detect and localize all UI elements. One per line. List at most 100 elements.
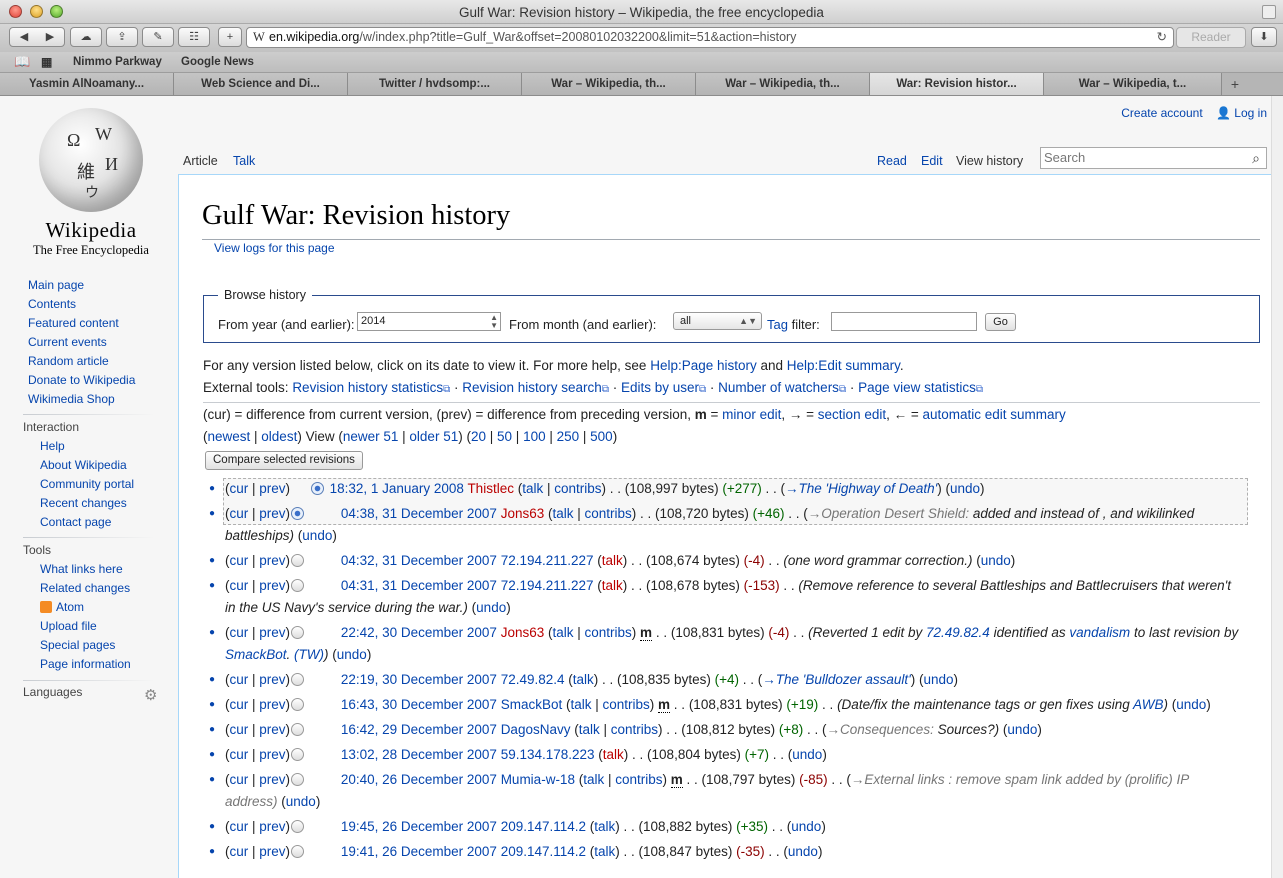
- sidebar-item-main-page[interactable]: Main page: [0, 276, 178, 295]
- sidebar-item-community-portal[interactable]: Community portal: [40, 475, 134, 494]
- prev-link[interactable]: prev: [259, 697, 285, 712]
- new-tab-icon[interactable]: +: [218, 27, 242, 47]
- undo-link[interactable]: undo: [476, 600, 506, 615]
- wikipedia-logo[interactable]: ΩW 維И ウ Wikipedia The Free Encyclopedia: [28, 108, 154, 258]
- compare-selected-revisions-button[interactable]: Compare selected revisions: [205, 451, 363, 470]
- undo-link[interactable]: undo: [337, 647, 367, 662]
- section-arrow-link[interactable]: →Consequences:: [827, 722, 934, 737]
- browser-tab-active[interactable]: War: Revision histor...: [870, 73, 1044, 95]
- section-arrow-link[interactable]: →The 'Bulldozer assault': [762, 672, 910, 687]
- cur-link[interactable]: cur: [230, 672, 249, 687]
- browser-tab[interactable]: War – Wikipedia, t...: [1044, 73, 1222, 95]
- stepper-icon[interactable]: ▲ ▼: [490, 314, 498, 330]
- user-talk-link[interactable]: talk: [552, 625, 573, 640]
- sidebar-item-random-article[interactable]: Random article: [0, 352, 178, 371]
- sidebar-item-atom[interactable]: Atom: [40, 598, 84, 617]
- prev-link[interactable]: prev: [259, 578, 285, 593]
- back-icon[interactable]: ◀: [11, 28, 37, 46]
- tab-read[interactable]: Read: [874, 150, 910, 176]
- prev-link[interactable]: prev: [259, 819, 285, 834]
- section-arrow-link[interactable]: →External links : remove spam link added…: [851, 772, 1189, 787]
- sidebar-item-help[interactable]: Help: [40, 437, 65, 456]
- portal-heading-languages[interactable]: Languages: [23, 685, 82, 699]
- vandalism-link[interactable]: vandalism: [1069, 625, 1130, 640]
- icloud-tabs-icon[interactable]: ☁: [70, 27, 102, 47]
- reload-icon[interactable]: ↻: [1157, 28, 1167, 47]
- revision-date-link[interactable]: 22:19, 30 December 2007: [341, 672, 497, 687]
- tools-icon[interactable]: ✎: [142, 27, 174, 47]
- revision-radio-diff[interactable]: [291, 773, 305, 786]
- user-talk-link[interactable]: talk: [579, 722, 600, 737]
- prev-link[interactable]: prev: [259, 844, 285, 859]
- undo-link[interactable]: undo: [981, 553, 1011, 568]
- user-contribs-link[interactable]: contribs: [585, 625, 632, 640]
- user-talk-link[interactable]: talk: [573, 672, 594, 687]
- revision-radio-diff[interactable]: [291, 698, 305, 711]
- user-contribs-link[interactable]: contribs: [585, 506, 632, 521]
- sidebar-item-contact[interactable]: Contact page: [40, 513, 111, 532]
- limit-100-link[interactable]: 100: [523, 429, 546, 444]
- sidebar-item-donate[interactable]: Donate to Wikipedia: [0, 371, 178, 390]
- user-link[interactable]: 209.147.114.2: [501, 819, 586, 834]
- ext-page-view-statistics[interactable]: Page view statistics: [858, 380, 976, 395]
- cur-link[interactable]: cur: [230, 697, 249, 712]
- sidebar-item-upload-file[interactable]: Upload file: [40, 617, 97, 636]
- revision-date-link[interactable]: 16:42, 29 December 2007: [341, 722, 497, 737]
- revision-radio-diff[interactable]: [291, 820, 305, 833]
- cur-link[interactable]: cur: [230, 747, 249, 762]
- prev-link[interactable]: prev: [259, 747, 285, 762]
- user-talk-link[interactable]: talk: [552, 506, 573, 521]
- user-talk-link[interactable]: talk: [602, 578, 623, 593]
- older-51-link[interactable]: older 51: [409, 429, 458, 444]
- undo-link[interactable]: undo: [286, 794, 316, 809]
- ip-link[interactable]: 72.49.82.4: [926, 625, 990, 640]
- newest-link[interactable]: newest: [208, 429, 251, 444]
- revision-radio-diff[interactable]: [291, 723, 305, 736]
- ext-number-of-watchers[interactable]: Number of watchers: [718, 380, 839, 395]
- top-sites-grid-icon[interactable]: ▦: [41, 53, 52, 71]
- undo-link[interactable]: undo: [792, 747, 822, 762]
- user-link[interactable]: 209.147.114.2: [501, 844, 586, 859]
- limit-20-link[interactable]: 20: [471, 429, 486, 444]
- add-tab-icon[interactable]: +: [1222, 73, 1248, 95]
- cur-link[interactable]: cur: [230, 481, 249, 496]
- tag-filter-input[interactable]: [831, 312, 977, 331]
- ext-edits-by-user[interactable]: Edits by user: [621, 380, 699, 395]
- portal-heading-tools[interactable]: Tools: [23, 543, 51, 557]
- revision-date-link[interactable]: 04:32, 31 December 2007: [341, 553, 497, 568]
- user-talk-link[interactable]: talk: [522, 481, 543, 496]
- revision-radio-diff[interactable]: [291, 673, 305, 686]
- sidebar-item-special-pages[interactable]: Special pages: [40, 636, 115, 655]
- cur-link[interactable]: cur: [230, 578, 249, 593]
- limit-500-link[interactable]: 500: [590, 429, 613, 444]
- tab-edit[interactable]: Edit: [918, 150, 946, 176]
- user-link[interactable]: 72.194.211.227: [501, 553, 594, 568]
- undo-link[interactable]: undo: [302, 528, 332, 543]
- sidebar-item-contents[interactable]: Contents: [0, 295, 178, 314]
- browser-tab[interactable]: Yasmin AlNoamany...: [0, 73, 174, 95]
- browser-tab[interactable]: Twitter / hvdsomp:...: [348, 73, 522, 95]
- prev-link[interactable]: prev: [259, 772, 285, 787]
- revision-date-link[interactable]: 16:43, 30 December 2007: [341, 697, 497, 712]
- reading-list-icon[interactable]: ☷: [178, 27, 210, 47]
- revision-radio-diff[interactable]: [291, 579, 305, 592]
- sidebar-item-what-links-here[interactable]: What links here: [40, 560, 123, 579]
- search-input[interactable]: Search ⌕: [1040, 147, 1267, 169]
- ext-revision-history-statistics[interactable]: Revision history statistics: [292, 380, 443, 395]
- browser-tab[interactable]: War – Wikipedia, th...: [696, 73, 870, 95]
- tab-view-history[interactable]: View history: [953, 150, 1026, 176]
- portal-heading-interaction[interactable]: Interaction: [23, 420, 79, 434]
- tab-article[interactable]: Article: [180, 150, 221, 176]
- revision-date-link[interactable]: 13:02, 28 December 2007: [341, 747, 497, 762]
- prev-link[interactable]: prev: [259, 722, 285, 737]
- cur-link[interactable]: cur: [230, 625, 249, 640]
- user-contribs-link[interactable]: contribs: [603, 697, 650, 712]
- revision-radio-oldid[interactable]: [310, 482, 324, 495]
- user-talk-link[interactable]: talk: [570, 697, 591, 712]
- section-arrow-link[interactable]: →The 'Highway of Death': [785, 481, 937, 496]
- revision-date-link[interactable]: 04:31, 31 December 2007: [341, 578, 497, 593]
- prev-link[interactable]: prev: [259, 506, 285, 521]
- cur-link[interactable]: cur: [230, 819, 249, 834]
- forward-icon[interactable]: ▶: [37, 28, 63, 46]
- revision-radio-diff[interactable]: [291, 507, 305, 520]
